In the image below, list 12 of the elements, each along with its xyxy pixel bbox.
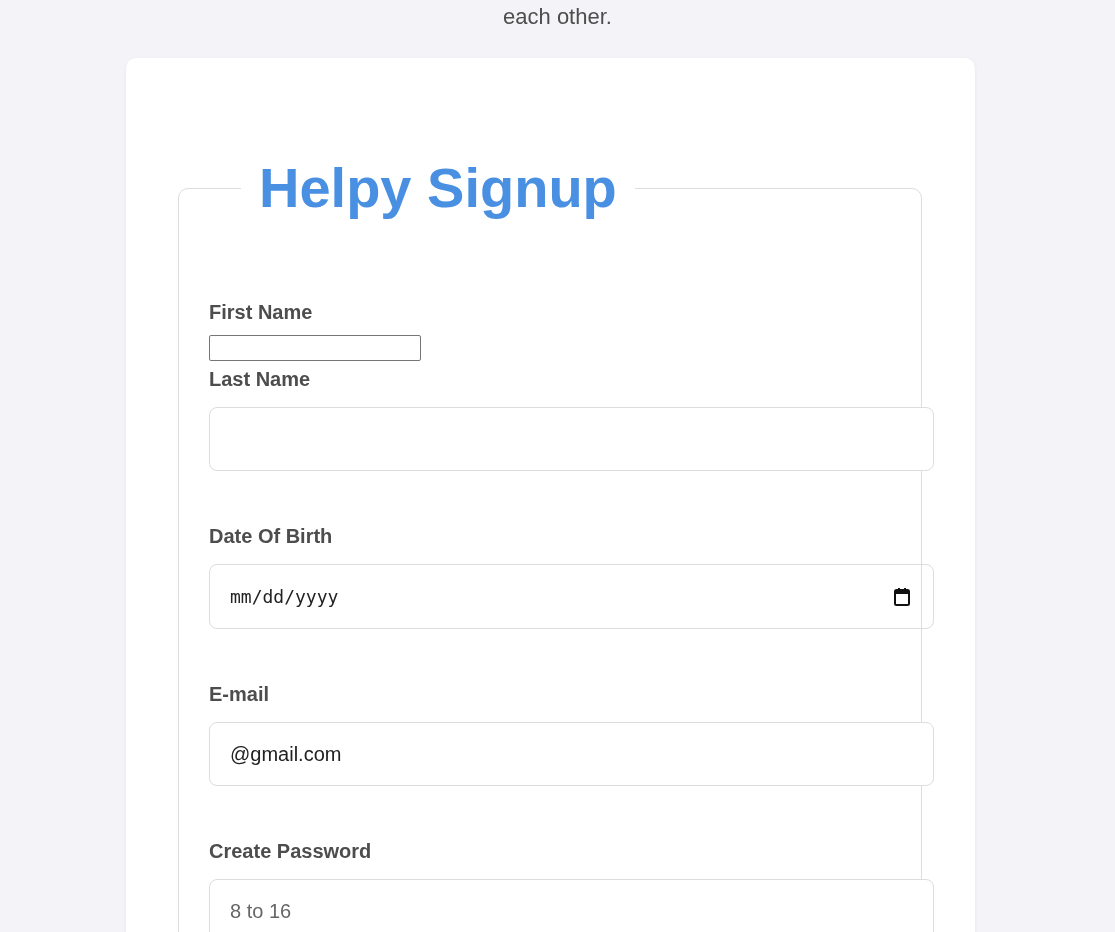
- intro-text: each other.: [503, 4, 612, 30]
- date-placeholder: mm/dd/yyyy: [230, 586, 339, 607]
- field-label: Date Of Birth: [209, 524, 334, 548]
- date-field[interactable]: mm/dd/yyyy: [209, 564, 934, 629]
- form-title: Helpy Signup: [258, 156, 618, 220]
- calendar-icon[interactable]: [893, 586, 911, 607]
- field-label: First Name: [209, 300, 314, 324]
- field-label: Last Name: [209, 367, 312, 391]
- input-field[interactable]: @gmail.com: [209, 722, 934, 786]
- input-field[interactable]: [209, 335, 421, 361]
- field-label: E-mail: [209, 682, 271, 706]
- field-label: Create Password: [209, 839, 373, 863]
